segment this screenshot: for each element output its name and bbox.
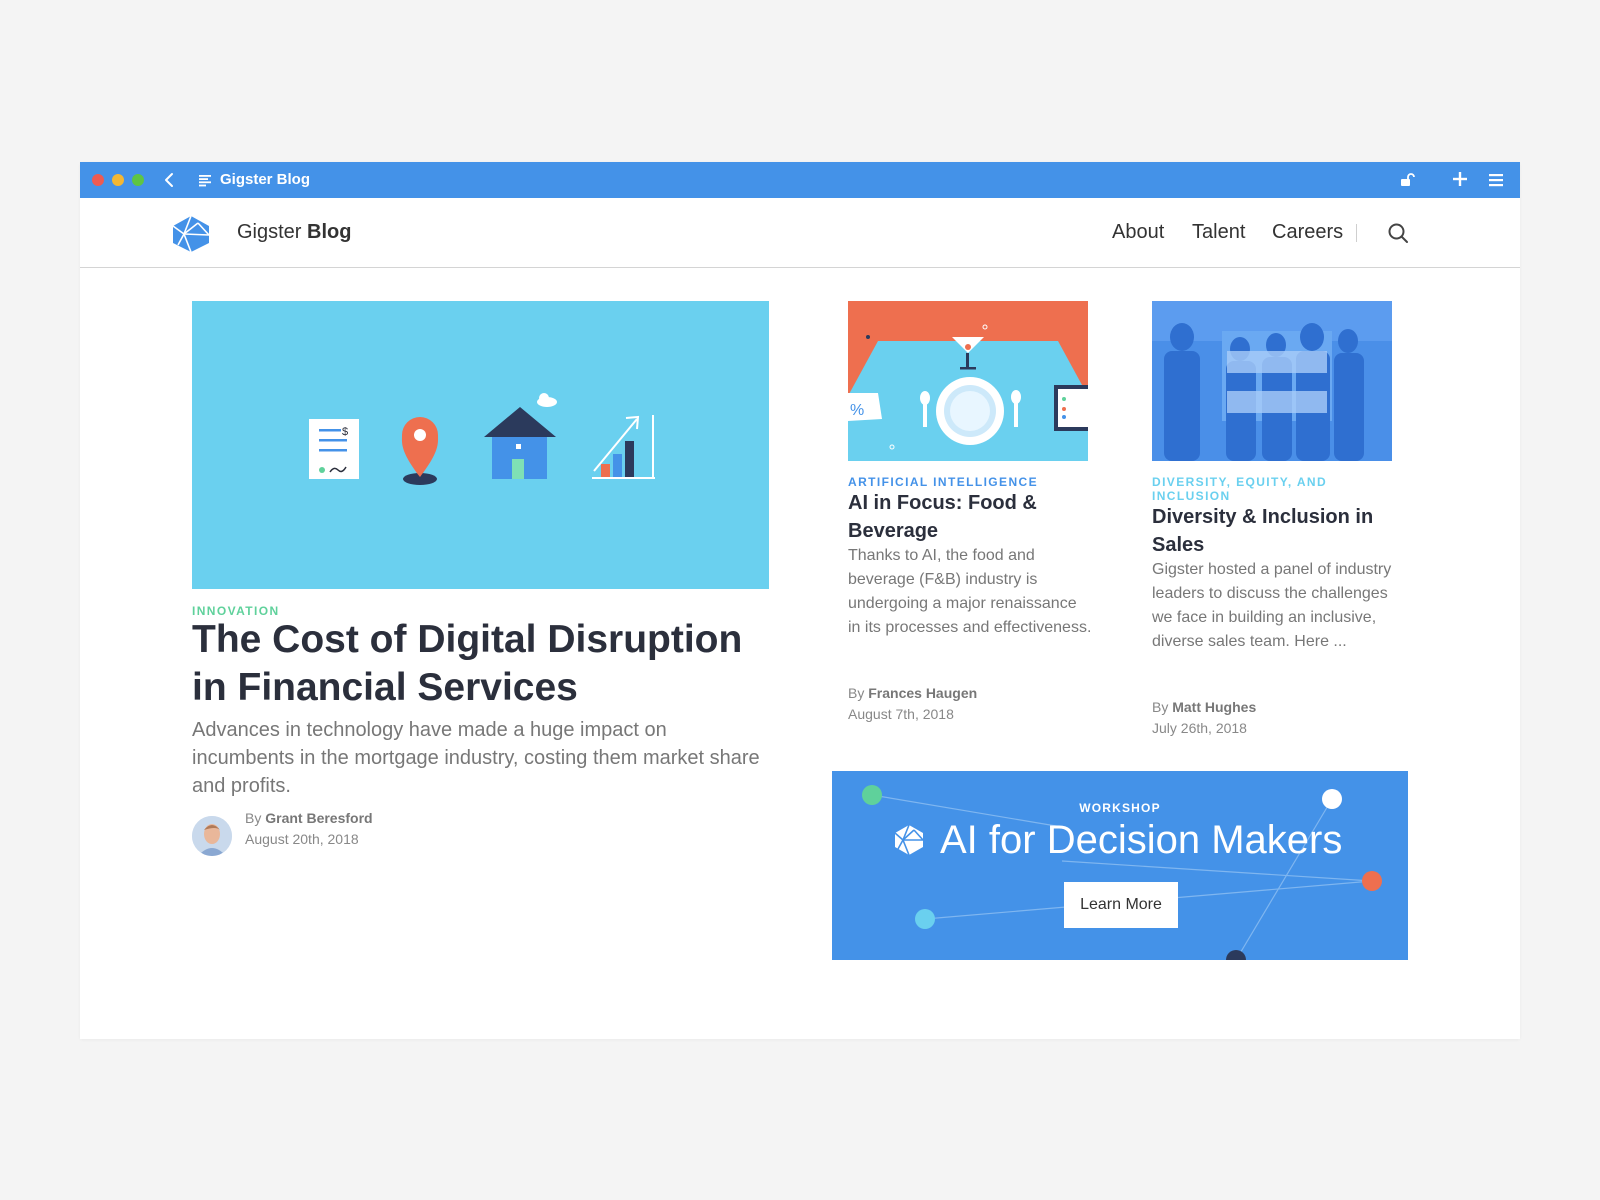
gigster-logo-icon[interactable] [170,214,212,254]
nav-careers[interactable]: Careers [1272,220,1343,244]
hamburger-menu-icon[interactable] [1488,172,1504,188]
card-diversity-title[interactable]: Diversity & Inclusion in Sales [1152,503,1392,559]
hero-post-excerpt: Advances in technology have made a huge … [192,719,760,797]
growth-chart-illustration [592,415,655,479]
hero-post-author[interactable]: Grant Beresford [265,810,372,826]
browser-window: Gigster Blog Gigster Blog About Talent C… [80,162,1520,1039]
workshop-banner[interactable]: WORKSHOP AI for Decision Makers Learn Mo… [832,771,1408,960]
house-illustration [484,393,557,479]
card-diversity-author[interactable]: Matt Hughes [1172,699,1256,715]
nav-divider [1356,224,1357,242]
unlock-icon[interactable] [1399,172,1415,188]
browser-titlebar: Gigster Blog [80,162,1520,198]
brand-suffix: Blog [307,221,352,243]
minimize-window-button[interactable] [112,174,124,186]
by-label: By [245,810,262,826]
card-diversity-byline: By Matt Hughes [1152,697,1256,717]
hero-post-byline: By Grant Beresford [245,808,373,828]
nav-talent[interactable]: Talent [1192,220,1245,244]
workshop-title: AI for Decision Makers [940,818,1343,862]
card-ai-food-date: August 7th, 2018 [848,706,954,722]
nav-about[interactable]: About [1112,220,1164,244]
author-avatar[interactable] [192,816,232,856]
workshop-title-row: AI for Decision Makers [892,815,1372,865]
hero-post-image[interactable]: $ [192,301,769,589]
chevron-left-icon[interactable] [160,170,178,190]
site-header: Gigster Blog About Talent Careers [80,198,1520,268]
document-illustration: $ [309,419,359,479]
card-diversity-date: July 26th, 2018 [1152,720,1247,736]
card-ai-food-byline: By Frances Haugen [848,683,977,703]
by-label: By [848,685,865,701]
page-icon [199,175,211,187]
browser-tab-title: Gigster Blog [220,171,311,188]
plus-icon[interactable] [1452,171,1468,187]
brand-name: Gigster [237,221,302,243]
card-ai-food-category[interactable]: ARTIFICIAL INTELLIGENCE [848,475,1038,489]
hero-post-title[interactable]: The Cost of Digital Disruption in Financ… [192,616,769,712]
card-ai-food-image[interactable]: % [848,301,1088,461]
learn-more-button[interactable]: Learn More [1064,882,1178,928]
close-window-button[interactable] [92,174,104,186]
search-icon[interactable] [1387,222,1409,244]
hero-post-date: August 20th, 2018 [245,831,359,847]
card-ai-food-title[interactable]: AI in Focus: Food & Beverage [848,489,1088,545]
map-pin-illustration [401,417,439,485]
card-diversity-excerpt: Gigster hosted a panel of industry leade… [1152,561,1392,650]
gigster-logo-icon [894,824,924,856]
card-diversity-category[interactable]: DIVERSITY, EQUITY, AND INCLUSION [1152,475,1392,503]
svg-text:$: $ [342,426,348,438]
network-decoration [862,785,1382,960]
workshop-label: WORKSHOP [1079,801,1161,815]
card-ai-food-excerpt: Thanks to AI, the food and beverage (F&B… [848,547,1092,636]
svg-text:%: % [850,402,864,419]
by-label: By [1152,699,1169,715]
card-diversity-image[interactable] [1152,301,1392,461]
maximize-window-button[interactable] [132,174,144,186]
site-brand[interactable]: Gigster Blog [237,220,351,244]
card-ai-food-author[interactable]: Frances Haugen [868,685,977,701]
